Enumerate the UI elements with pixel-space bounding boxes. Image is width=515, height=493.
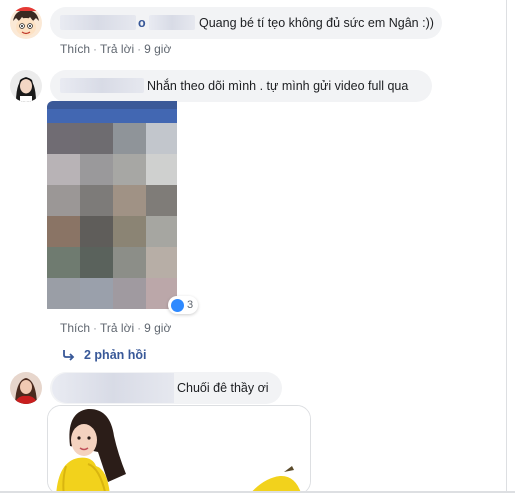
comment-text-2: Nhắn theo dõi mình . tự mình gửi video f…	[147, 79, 409, 93]
commenter-avatar-3[interactable]	[10, 372, 42, 404]
commenter-avatar-2[interactable]	[10, 70, 42, 102]
woman-avatar	[10, 70, 42, 102]
phone-status-bar	[47, 101, 177, 109]
blurred-mention-1	[149, 15, 195, 30]
comment-name-fragment-1: o	[138, 16, 146, 30]
comment-meta-1: Thích · Trả lời · 9 giờ	[60, 42, 172, 56]
timestamp-1[interactable]: 9 giờ	[144, 42, 171, 56]
view-replies-link[interactable]: 2 phản hồi	[62, 348, 147, 362]
attachment-image-2[interactable]	[47, 101, 177, 314]
reply-link-2[interactable]: Trả lời	[100, 321, 134, 335]
woman-red-dress-avatar	[10, 372, 42, 404]
comment-text-3: Chuối đê thầy ơi	[177, 381, 269, 395]
banana-costume-photo	[48, 406, 310, 493]
comment-text-1: Quang bé tí tẹo không đủ sức em Ngân :))	[199, 16, 434, 30]
phone-nav-bar	[47, 109, 177, 123]
timestamp-2[interactable]: 9 giờ	[144, 321, 171, 335]
commenter-avatar-1[interactable]	[10, 7, 42, 39]
reaction-count-2: 3	[187, 299, 194, 311]
blurred-name-3	[52, 373, 174, 403]
reaction-badge-2[interactable]: 3	[168, 296, 199, 314]
attachment-image-3[interactable]	[47, 405, 311, 493]
comment-meta-2: Thích · Trả lời · 9 giờ	[60, 321, 172, 335]
kid-cartoon-avatar	[10, 7, 42, 39]
blurred-name-1	[60, 15, 136, 30]
blurred-name-2	[60, 78, 144, 93]
like-reaction-icon	[171, 298, 184, 312]
reply-link-1[interactable]: Trả lời	[100, 42, 134, 56]
frame-border-right	[506, 0, 507, 493]
like-link-2[interactable]: Thích	[60, 321, 90, 335]
like-link-1[interactable]: Thích	[60, 42, 90, 56]
reply-arrow-icon	[63, 350, 75, 361]
replies-count-label: 2 phản hồi	[84, 348, 147, 362]
